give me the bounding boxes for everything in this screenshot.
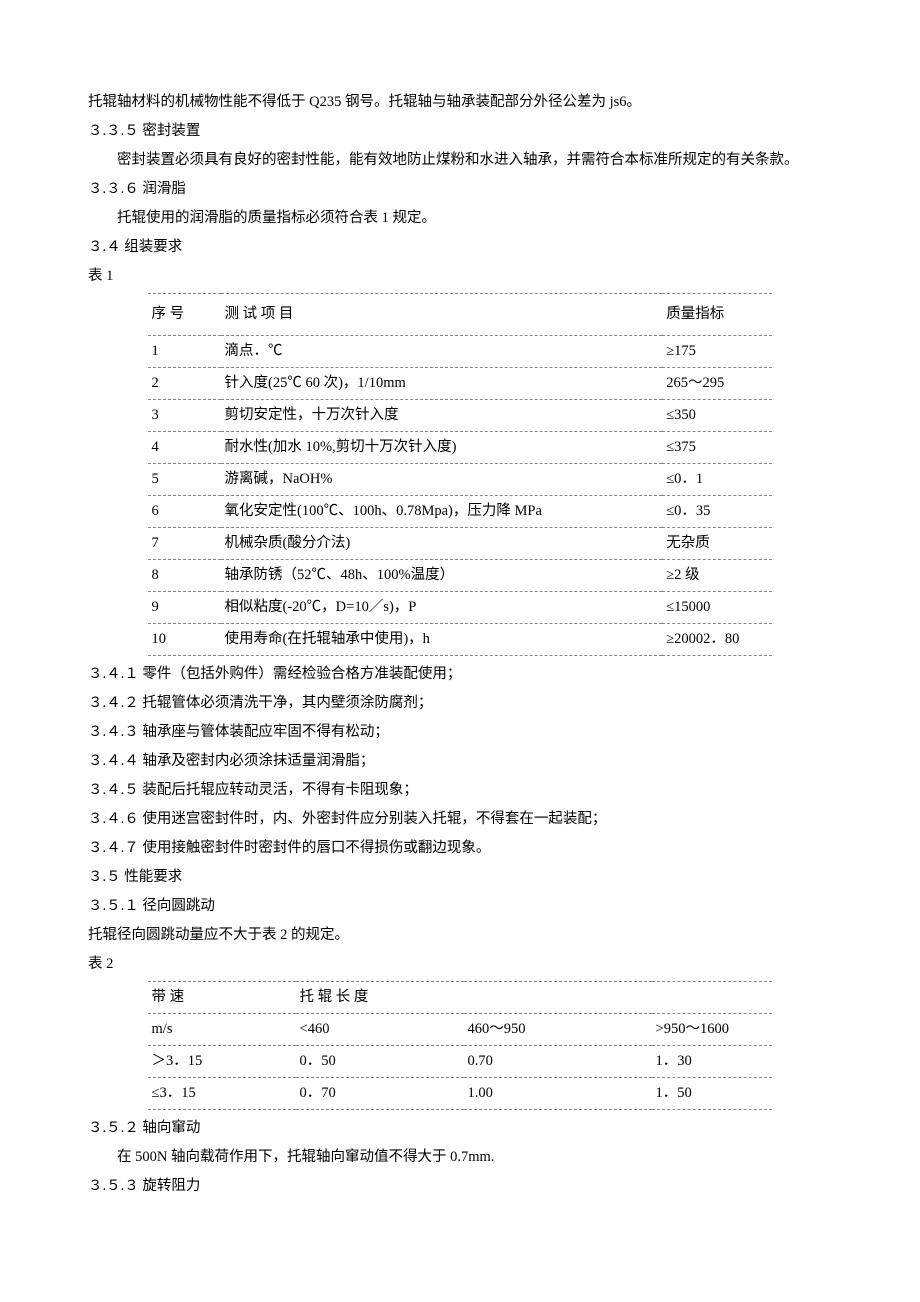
- table-header-row: 序 号 测 试 项 目 质量指标: [148, 294, 773, 336]
- item-3-4-7: ３.４.７ 使用接触密封件时密封件的唇口不得损伤或翻边现象。: [88, 834, 832, 863]
- table-2: 带 速 托 辊 长 度 m/s <460 460～950 >950～1600 ＞…: [148, 981, 773, 1110]
- table-row: 9相似粘度(-20℃，D=10／s)，P≤15000: [148, 592, 773, 624]
- table-row: m/s <460 460～950 >950～1600: [148, 1014, 773, 1046]
- heading-3-5-1: ３.５.１ 径向圆跳动: [88, 892, 832, 921]
- table-row: 8轴承防锈（52℃、48h、100%温度）≥2 级: [148, 560, 773, 592]
- table-row: 4耐水性(加水 10%,剪切十万次针入度)≤375: [148, 432, 773, 464]
- table-header-row: 带 速 托 辊 长 度: [148, 982, 773, 1014]
- body-text: 在 500N 轴向载荷作用下，托辊轴向窜动值不得大于 0.7mm.: [88, 1143, 832, 1172]
- body-text: 托辊径向圆跳动量应不大于表 2 的规定。: [88, 921, 832, 950]
- heading-3-3-6: ３.３.６ 润滑脂: [88, 175, 832, 204]
- item-3-4-3: ３.４.３ 轴承座与管体装配应牢固不得有松动；: [88, 718, 832, 747]
- table-label: 表 2: [88, 950, 832, 979]
- table-row: 3剪切安定性，十万次针入度≤350: [148, 400, 773, 432]
- item-3-4-6: ３.４.６ 使用迷宫密封件时，内、外密封件应分别装入托辊，不得套在一起装配；: [88, 805, 832, 834]
- table-row: 10使用寿命(在托辊轴承中使用)，h≥20002．80: [148, 624, 773, 656]
- item-3-4-1: ３.４.１ 零件（包括外购件）需经检验合格方准装配使用；: [88, 660, 832, 689]
- table-row: 6氧化安定性(100℃、100h、0.78Mpa)，压力降 MPa≤0．35: [148, 496, 773, 528]
- body-text: 托辊使用的润滑脂的质量指标必须符合表 1 规定。: [88, 204, 832, 233]
- item-3-4-5: ３.４.５ 装配后托辊应转动灵活，不得有卡阻现象；: [88, 776, 832, 805]
- table-row: ≤3．15 0．70 1.00 1．50: [148, 1078, 773, 1110]
- table-1: 序 号 测 试 项 目 质量指标 1滴点．℃≥175 2针入度(25℃ 60 次…: [148, 293, 773, 656]
- body-text: 托辊轴材料的机械物性能不得低于 Q235 钢号。托辊轴与轴承装配部分外径公差为 …: [88, 88, 832, 117]
- col-header-item: 测 试 项 目: [221, 294, 663, 336]
- col-header-length: 托 辊 长 度: [296, 982, 464, 1014]
- table-row: 1滴点．℃≥175: [148, 336, 773, 368]
- col-header-no: 序 号: [148, 294, 221, 336]
- heading-3-3-5: ３.３.５ 密封装置: [88, 117, 832, 146]
- table-row: 7机械杂质(酸分介法)无杂质: [148, 528, 773, 560]
- table-row: ＞3．15 0．50 0.70 1．30: [148, 1046, 773, 1078]
- body-text: 密封装置必须具有良好的密封性能，能有效地防止煤粉和水进入轴承，并需符合本标准所规…: [88, 146, 832, 175]
- col-header-speed: 带 速: [148, 982, 296, 1014]
- heading-3-5: ３.５ 性能要求: [88, 863, 832, 892]
- heading-3-4: ３.４ 组装要求: [88, 233, 832, 262]
- item-3-4-4: ３.４.４ 轴承及密封内必须涂抹适量润滑脂；: [88, 747, 832, 776]
- heading-3-5-3: ３.５.３ 旋转阻力: [88, 1172, 832, 1201]
- table-label: 表 1: [88, 262, 832, 291]
- table-row: 5游离碱，NaOH%≤0．1: [148, 464, 773, 496]
- heading-3-5-2: ３.５.２ 轴向窜动: [88, 1114, 832, 1143]
- table-row: 2针入度(25℃ 60 次)，1/10mm265～295: [148, 368, 773, 400]
- col-header-spec: 质量指标: [662, 294, 772, 336]
- item-3-4-2: ３.４.２ 托辊管体必须清洗干净，其内壁须涂防腐剂；: [88, 689, 832, 718]
- document-page: 托辊轴材料的机械物性能不得低于 Q235 钢号。托辊轴与轴承装配部分外径公差为 …: [0, 0, 920, 1241]
